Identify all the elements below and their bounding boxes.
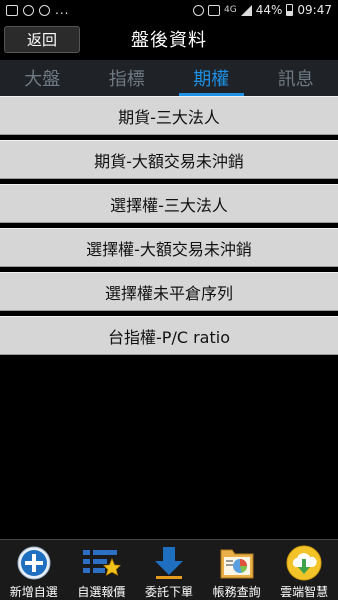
add-icon xyxy=(14,544,54,582)
nav-watchlist-quotes[interactable]: 自選報價 xyxy=(68,540,136,600)
bottom-nav: 新增自選 自選報價 委託下單 帳務查詢 雲端智慧 xyxy=(0,539,338,600)
network-type: 4G xyxy=(224,5,237,15)
page-title: 盤後資料 xyxy=(131,30,207,51)
tab-market[interactable]: 大盤 xyxy=(0,60,85,96)
clock: 09:47 xyxy=(297,3,332,17)
menu-list: 期貨-三大法人 期貨-大額交易未沖銷 選擇權-三大法人 選擇權-大額交易未沖銷 … xyxy=(0,96,338,360)
nav-label: 帳務查詢 xyxy=(212,585,261,599)
nav-place-order[interactable]: 委託下單 xyxy=(135,540,203,600)
chat-notification-icon xyxy=(39,4,50,16)
status-bar: ... 4G 44% 09:47 xyxy=(0,0,338,20)
folder-chart-icon xyxy=(217,544,257,582)
tab-bar: 大盤 指標 期權 訊息 xyxy=(0,60,338,96)
nav-account-query[interactable]: 帳務查詢 xyxy=(203,540,271,600)
sync-notification-icon xyxy=(23,4,34,16)
title-bar: 返回 盤後資料 xyxy=(0,20,338,60)
menu-item-options-open-interest[interactable]: 選擇權未平倉序列 xyxy=(0,272,338,311)
nav-label: 新增自選 xyxy=(9,585,58,599)
menu-item-futures-large-traders[interactable]: 期貨-大額交易未沖銷 xyxy=(0,140,338,179)
battery-percent: 44% xyxy=(255,3,283,17)
download-arrow-icon xyxy=(149,544,189,582)
menu-item-options-large-traders[interactable]: 選擇權-大額交易未沖銷 xyxy=(0,228,338,267)
menu-item-pc-ratio[interactable]: 台指權-P/C ratio xyxy=(0,316,338,355)
list-star-icon xyxy=(81,544,122,582)
image-notification-icon xyxy=(6,4,18,16)
menu-item-options-institutional[interactable]: 選擇權-三大法人 xyxy=(0,184,338,223)
alarm-icon xyxy=(193,4,205,16)
menu-item-futures-institutional[interactable]: 期貨-三大法人 xyxy=(0,96,338,135)
battery-icon xyxy=(286,4,294,16)
nav-add-watchlist[interactable]: 新增自選 xyxy=(0,540,68,600)
nav-label: 自選報價 xyxy=(77,585,126,599)
status-system: 4G 44% 09:47 xyxy=(193,3,338,17)
more-notifications-icon: ... xyxy=(55,3,70,17)
tab-news[interactable]: 訊息 xyxy=(254,60,338,96)
tab-futures-options[interactable]: 期權 xyxy=(169,60,254,96)
mute-icon xyxy=(208,4,221,16)
signal-icon xyxy=(240,4,252,16)
nav-label: 委託下單 xyxy=(144,585,193,599)
tab-indicators[interactable]: 指標 xyxy=(85,60,170,96)
nav-cloud-smart[interactable]: 雲端智慧 xyxy=(270,540,338,600)
cloud-download-icon xyxy=(284,544,324,582)
nav-label: 雲端智慧 xyxy=(280,585,329,599)
status-notifications: ... xyxy=(0,3,70,17)
